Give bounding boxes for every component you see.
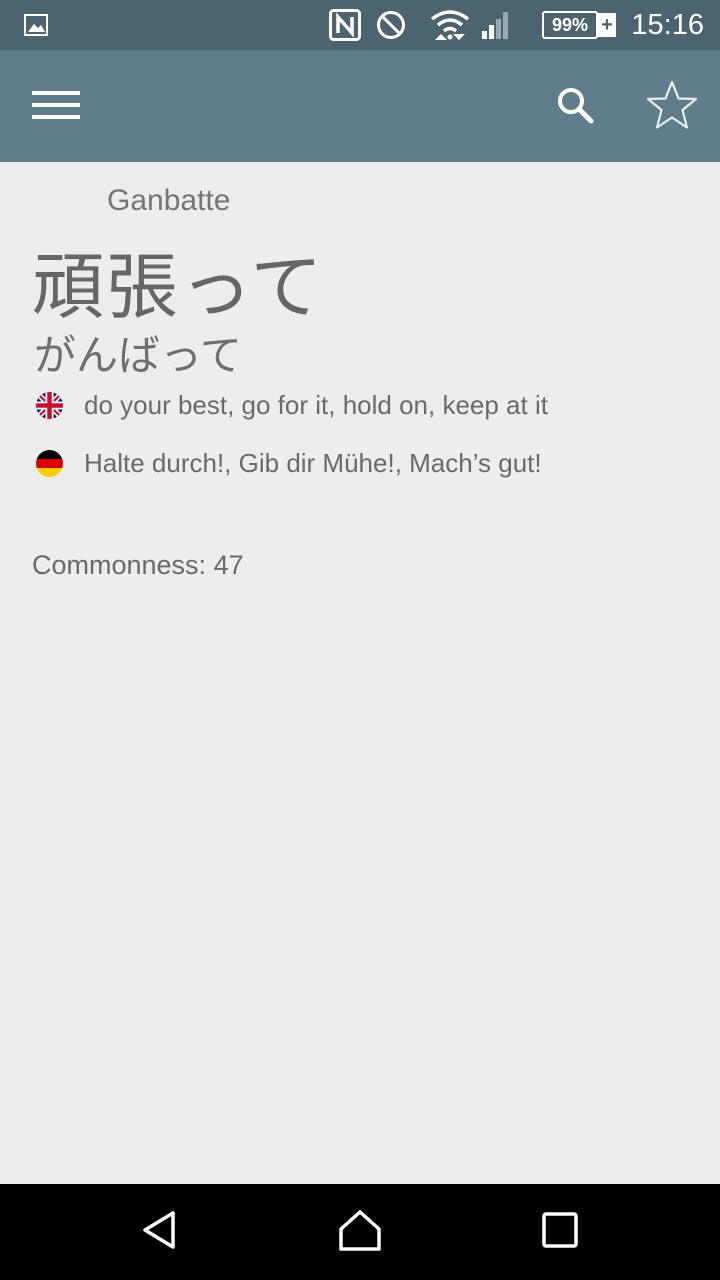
search-button[interactable] — [544, 78, 606, 136]
meaning-english-text: do your best, go for it, hold on, keep a… — [84, 389, 548, 420]
battery-plus-icon: + — [598, 13, 616, 37]
kana-text: がんばって — [34, 331, 242, 380]
recents-button[interactable] — [520, 1196, 600, 1268]
commonness-text: Commonness: 47 — [32, 550, 244, 580]
meaning-german: Halte durch!, Gib dir Mühe!, Mach’s gut! — [36, 448, 542, 478]
entry-content: Ganbatte 頑張って がんばって do your best, go for… — [0, 162, 720, 1184]
status-time: 15:16 — [631, 8, 704, 41]
search-icon — [556, 86, 594, 128]
app-bar — [0, 50, 720, 162]
navigation-bar — [0, 1184, 720, 1280]
favorite-button[interactable] — [640, 76, 704, 138]
nfc-icon — [329, 0, 361, 50]
home-button[interactable] — [320, 1196, 400, 1268]
recents-icon — [542, 1212, 578, 1252]
kanji-text: 頑張って — [32, 245, 325, 329]
back-icon — [140, 1210, 180, 1254]
status-bar: 99% + 15:16 — [0, 0, 720, 50]
menu-icon — [32, 88, 80, 126]
home-icon — [338, 1208, 382, 1256]
back-button[interactable] — [120, 1196, 200, 1268]
star-outline-icon — [645, 79, 699, 135]
do-not-disturb-icon — [376, 0, 406, 50]
germany-flag-icon — [36, 449, 63, 477]
battery-level: 99% — [551, 14, 589, 35]
wifi-icon — [430, 0, 470, 50]
cell-signal-icon — [480, 0, 512, 50]
battery-charging-icon: 99% — [542, 11, 598, 39]
romaji-text: Ganbatte — [107, 184, 231, 217]
uk-flag-icon — [36, 391, 63, 419]
meaning-english: do your best, go for it, hold on, keep a… — [36, 390, 548, 420]
image-notification-icon — [24, 0, 48, 50]
menu-button[interactable] — [24, 78, 88, 136]
meaning-german-text: Halte durch!, Gib dir Mühe!, Mach’s gut! — [84, 447, 542, 478]
